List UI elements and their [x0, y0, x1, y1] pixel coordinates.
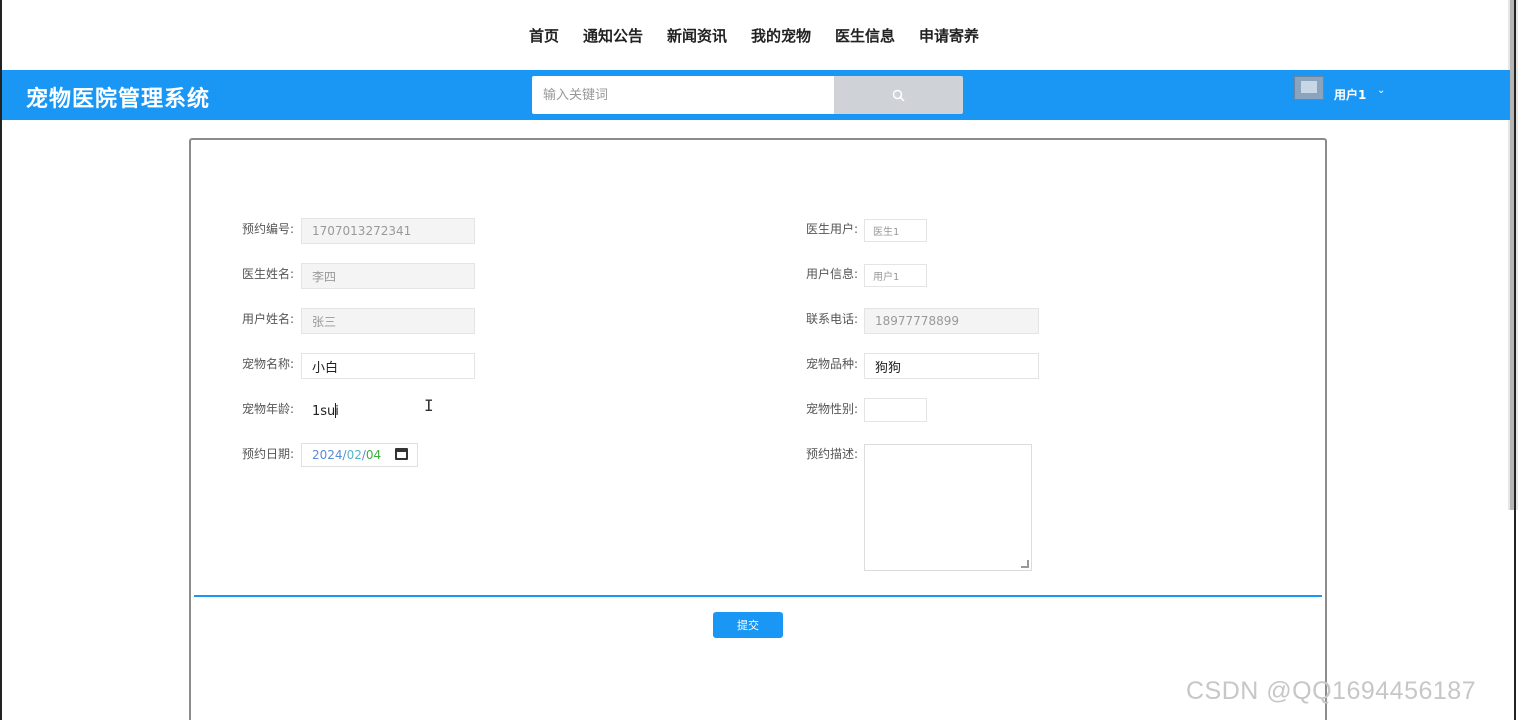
watermark: CSDN @QQ1694456187	[1186, 677, 1477, 705]
label-pet-age: 宠物年龄:	[242, 402, 295, 416]
search-input[interactable]	[532, 76, 834, 114]
appointment-desc-textarea[interactable]	[864, 444, 1032, 571]
nav-doctors[interactable]: 医生信息	[835, 25, 895, 46]
label-pet-name: 宠物名称:	[242, 357, 295, 371]
label-user-info: 用户信息:	[806, 267, 859, 281]
nav-foster[interactable]: 申请寄养	[919, 25, 979, 46]
nav-news[interactable]: 新闻资讯	[667, 25, 727, 46]
pet-name-input[interactable]: 小白	[301, 353, 475, 379]
text-cursor	[335, 403, 336, 418]
date-year: 2024	[312, 448, 343, 462]
calendar-icon[interactable]	[395, 448, 408, 460]
phone-field: 18977778899	[864, 308, 1039, 334]
site-title: 宠物医院管理系统	[26, 87, 211, 112]
appointment-no-field: 1707013272341	[301, 218, 475, 244]
chevron-down-icon[interactable]: ⌄	[1377, 85, 1385, 96]
form-divider	[194, 595, 1322, 597]
label-appointment-date: 预约日期:	[242, 447, 295, 461]
resize-handle-icon[interactable]	[1021, 560, 1029, 568]
label-doctor-user: 医生用户:	[806, 222, 859, 236]
search-icon	[892, 89, 905, 102]
doctor-name-field: 李四	[301, 263, 475, 289]
date-day: 04	[365, 448, 382, 462]
pet-breed-input[interactable]: 狗狗	[864, 353, 1039, 379]
nav-home[interactable]: 首页	[529, 25, 559, 46]
window-right-edge	[1514, 0, 1516, 720]
label-doctor-name: 医生姓名:	[242, 267, 295, 281]
ibeam-cursor-icon: I	[424, 396, 434, 415]
label-appointment-desc: 预约描述:	[806, 447, 859, 461]
label-appointment-no: 预约编号:	[242, 222, 295, 236]
label-user-name: 用户姓名:	[242, 312, 295, 326]
pet-gender-select[interactable]	[864, 398, 927, 422]
nav-notices[interactable]: 通知公告	[583, 25, 643, 46]
nav-my-pets[interactable]: 我的宠物	[751, 25, 811, 46]
pet-age-input[interactable]: 1sui	[301, 398, 475, 424]
submit-button[interactable]: 提交	[713, 612, 783, 638]
top-nav: 首页 通知公告 新闻资讯 我的宠物 医生信息 申请寄养	[0, 0, 1508, 70]
user-info-select[interactable]: 用户1	[864, 264, 927, 287]
user-name-field: 张三	[301, 308, 475, 334]
search-button[interactable]	[834, 76, 963, 114]
label-pet-gender: 宠物性别:	[806, 402, 859, 416]
header-bar: 宠物医院管理系统 用户1 ⌄	[2, 70, 1510, 120]
username[interactable]: 用户1	[1334, 86, 1366, 103]
doctor-user-select[interactable]: 医生1	[864, 219, 927, 242]
label-pet-breed: 宠物品种:	[806, 357, 859, 371]
date-month: 02	[346, 448, 362, 462]
avatar[interactable]	[1294, 76, 1324, 100]
label-phone: 联系电话:	[806, 312, 859, 326]
